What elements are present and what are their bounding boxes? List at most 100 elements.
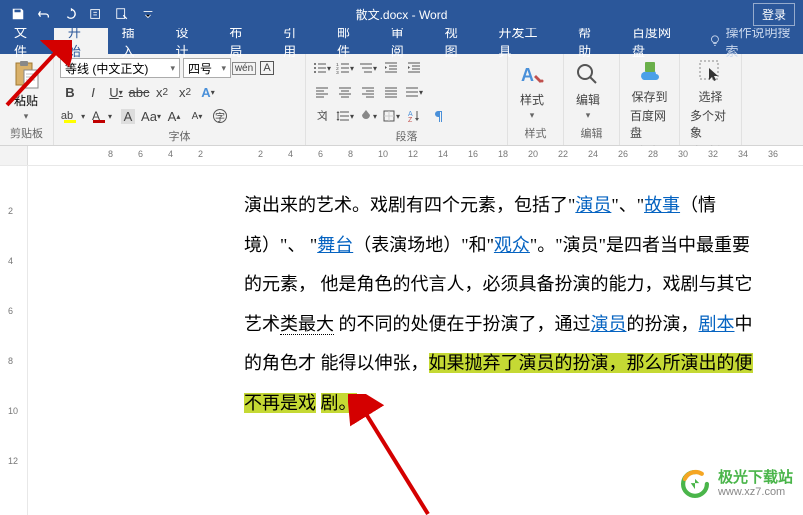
group-label-editing: 编辑 <box>568 125 615 143</box>
qat-dropdown-icon[interactable] <box>136 2 160 26</box>
ruler-corner <box>0 146 28 165</box>
group-clipboard: 粘贴 ▾ 剪贴板 <box>0 54 54 145</box>
tab-view[interactable]: 视图 <box>431 28 485 54</box>
undo-icon[interactable] <box>32 2 56 26</box>
align-right-button[interactable] <box>358 82 378 102</box>
document-title: 散文.docx - Word <box>356 6 448 23</box>
watermark-url: www.xz7.com <box>718 486 793 498</box>
link-stage[interactable]: 舞台 <box>317 235 353 255</box>
text: 的扮演， <box>627 314 699 334</box>
page[interactable]: 演出来的艺术。戏剧有四个元素，包括了"演员"、"故事（情境）"、 "舞台（表演场… <box>28 166 803 515</box>
underline-button[interactable]: U▾ <box>106 82 126 102</box>
save-to-baidu-button[interactable]: 保存到 百度网盘 <box>624 56 675 143</box>
enclose-char-button[interactable]: 字 <box>210 106 230 126</box>
tell-me-search[interactable]: 操作说明搜索 <box>708 28 803 54</box>
tab-help[interactable]: 帮助 <box>564 28 618 54</box>
tab-layout[interactable]: 布局 <box>215 28 269 54</box>
ruler-mark: 28 <box>648 149 658 159</box>
ruler-mark: 10 <box>378 149 388 159</box>
find-icon <box>574 61 602 89</box>
save-icon[interactable] <box>6 2 30 26</box>
tab-insert[interactable]: 插入 <box>108 28 162 54</box>
strikethrough-button[interactable]: abc <box>129 82 149 102</box>
align-center-button[interactable] <box>335 82 355 102</box>
ruler-mark: 2 <box>258 149 263 159</box>
font-size-combo[interactable]: 四号▾ <box>183 58 231 78</box>
group-select: 选择 多个对象 新建组 <box>680 54 742 145</box>
ruler-mark: 2 <box>198 149 203 159</box>
group-label-paragraph: 段落 <box>310 128 503 146</box>
qat-btn-5[interactable] <box>110 2 134 26</box>
link-actor[interactable]: 演员 <box>575 195 611 215</box>
svg-text:A: A <box>521 65 534 85</box>
tab-baidu[interactable]: 百度网盘 <box>618 28 698 54</box>
link-actor2[interactable]: 演员 <box>591 314 627 334</box>
tab-home[interactable]: 开始 <box>54 28 108 54</box>
tab-mailings[interactable]: 邮件 <box>323 28 377 54</box>
styles-button[interactable]: A 样式 ▾ <box>512 59 552 123</box>
document-area: 2 4 6 8 10 12 演出来的艺术。戏剧有四个元素，包括了"演员"、"故事… <box>0 166 803 515</box>
tab-design[interactable]: 设计 <box>161 28 215 54</box>
decrease-indent-button[interactable] <box>381 58 401 78</box>
save-label-2: 百度网盘 <box>630 107 669 141</box>
select-objects-button[interactable]: 选择 多个对象 <box>684 56 737 143</box>
bold-button[interactable]: B <box>60 82 80 102</box>
ruler-scale[interactable]: 8 6 4 2 2 4 6 8 10 12 14 16 18 20 22 24 … <box>28 146 803 165</box>
tab-review[interactable]: 审阅 <box>377 28 431 54</box>
tab-developer[interactable]: 开发工具 <box>484 28 564 54</box>
paste-button[interactable]: 粘贴 ▾ <box>4 60 48 122</box>
group-label-font: 字体 <box>58 128 301 146</box>
subscript-button[interactable]: x2 <box>152 82 172 102</box>
grow-font-button[interactable]: A▴ <box>164 106 184 126</box>
text-effects-button[interactable]: A▾ <box>198 82 218 102</box>
align-left-button[interactable] <box>312 82 332 102</box>
link-script[interactable]: 剧本 <box>699 314 735 334</box>
line-spacing-button[interactable]: ▾ <box>335 106 355 126</box>
ruler-mark: 32 <box>708 149 718 159</box>
sort-button[interactable]: AZ <box>404 106 424 126</box>
justify-button[interactable] <box>381 82 401 102</box>
group-styles: A 样式 ▾ 样式 <box>508 54 564 145</box>
clipboard-icon <box>12 60 40 90</box>
ruler-mark: 26 <box>618 149 628 159</box>
editing-button[interactable]: 编辑 ▾ <box>568 59 608 123</box>
numbering-button[interactable]: 123▾ <box>335 58 355 78</box>
superscript-button[interactable]: x2 <box>175 82 195 102</box>
bullets-button[interactable]: ▾ <box>312 58 332 78</box>
chevron-down-icon: ▾ <box>170 63 175 74</box>
shrink-font-button[interactable]: A▾ <box>187 106 207 126</box>
char-shading-button[interactable]: A <box>118 106 138 126</box>
ruler-vertical[interactable]: 2 4 6 8 10 12 <box>0 166 28 515</box>
font-color-button[interactable]: A▾ <box>89 106 115 126</box>
shading-button[interactable]: ▾ <box>358 106 378 126</box>
highlight-button[interactable]: ab▾ <box>60 106 86 126</box>
link-story[interactable]: 故事 <box>644 195 680 215</box>
link-audience[interactable]: 观众 <box>494 235 530 255</box>
watermark: 极光下载站 www.xz7.com <box>678 467 793 501</box>
save-label-1: 保存到 <box>631 88 667 105</box>
redo-icon[interactable] <box>58 2 82 26</box>
increase-indent-button[interactable] <box>404 58 424 78</box>
ruler-mark: 12 <box>408 149 418 159</box>
chevron-down-icon: ▾ <box>530 110 535 121</box>
distribute-button[interactable]: ▾ <box>404 82 424 102</box>
quick-access-toolbar <box>0 2 160 26</box>
char-border-button[interactable]: A <box>257 58 277 78</box>
login-button[interactable]: 登录 <box>753 3 795 26</box>
text: "、" <box>611 195 644 215</box>
borders-button[interactable]: ▾ <box>381 106 401 126</box>
text-direction-button[interactable]: 文 <box>312 106 332 126</box>
phonetic-guide-button[interactable]: wén <box>234 58 254 78</box>
qat-btn-4[interactable] <box>84 2 108 26</box>
page-content[interactable]: 演出来的艺术。戏剧有四个元素，包括了"演员"、"故事（情境）"、 "舞台（表演场… <box>28 166 803 444</box>
multilevel-list-button[interactable]: ▾ <box>358 58 378 78</box>
font-name-combo[interactable]: 等线 (中文正文)▾ <box>60 58 180 78</box>
show-marks-button[interactable] <box>427 106 447 126</box>
group-label-styles: 样式 <box>512 125 559 143</box>
styles-label: 样式 <box>520 91 544 108</box>
change-case-button[interactable]: Aa▾ <box>141 106 161 126</box>
tab-file[interactable]: 文件 <box>0 28 54 54</box>
ruler-horizontal: 8 6 4 2 2 4 6 8 10 12 14 16 18 20 22 24 … <box>0 146 803 166</box>
italic-button[interactable]: I <box>83 82 103 102</box>
tab-references[interactable]: 引用 <box>269 28 323 54</box>
